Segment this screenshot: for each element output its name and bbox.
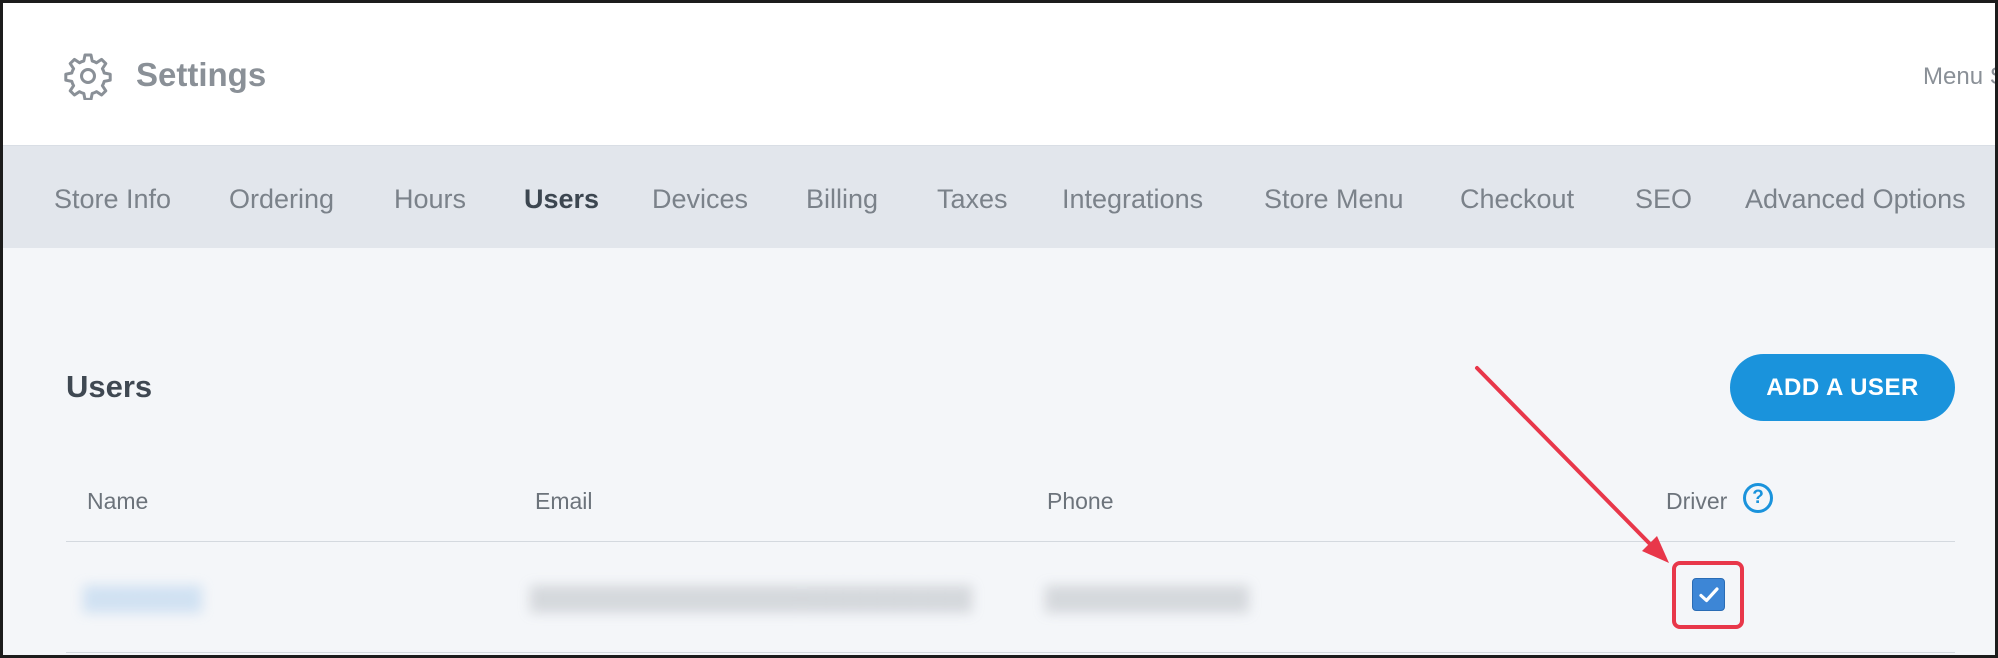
annotation-highlight-box	[1672, 561, 1744, 629]
tab-users[interactable]: Users	[524, 182, 599, 216]
app-window: Settings Menu S Store Info Ordering Hour…	[0, 0, 1998, 658]
tab-seo[interactable]: SEO	[1635, 182, 1692, 216]
question-circle-icon[interactable]: ?	[1743, 483, 1773, 513]
table-header-divider	[66, 541, 1955, 542]
tab-billing[interactable]: Billing	[806, 182, 878, 216]
tab-advanced-options[interactable]: Advanced Options	[1745, 182, 1966, 216]
tab-store-info[interactable]: Store Info	[54, 182, 171, 216]
tab-devices[interactable]: Devices	[652, 182, 748, 216]
tab-store-menu[interactable]: Store Menu	[1264, 182, 1404, 216]
tab-taxes[interactable]: Taxes	[937, 182, 1008, 216]
add-user-button[interactable]: ADD A USER	[1730, 354, 1955, 421]
user-phone: ▒▒▒▒▒▒▒▒▒▒▒▒	[1045, 585, 1250, 612]
user-name-link[interactable]: ▒▒▒▒▒▒▒	[83, 584, 202, 614]
settings-tab-bar: Store Info Ordering Hours Users Devices …	[3, 146, 1995, 248]
tab-checkout[interactable]: Checkout	[1460, 182, 1574, 216]
gear-icon	[64, 53, 112, 100]
users-section-title: Users	[66, 369, 153, 404]
table-row-divider	[66, 652, 1955, 653]
column-header-email: Email	[535, 488, 593, 514]
user-email: ▒▒▒▒▒▒▒▒▒▒▒▒▒▒▒▒▒▒▒▒▒▒▒▒▒▒	[530, 585, 973, 612]
page-header: Settings Menu S	[3, 3, 1995, 146]
tab-hours[interactable]: Hours	[394, 182, 466, 216]
page-title: Settings	[136, 56, 267, 93]
menu-link[interactable]: Menu S	[1923, 61, 1995, 93]
column-header-driver: Driver	[1666, 488, 1728, 514]
tab-integrations[interactable]: Integrations	[1062, 182, 1203, 216]
tab-ordering[interactable]: Ordering	[229, 182, 334, 216]
column-header-phone: Phone	[1047, 488, 1114, 514]
column-header-name: Name	[87, 488, 149, 514]
